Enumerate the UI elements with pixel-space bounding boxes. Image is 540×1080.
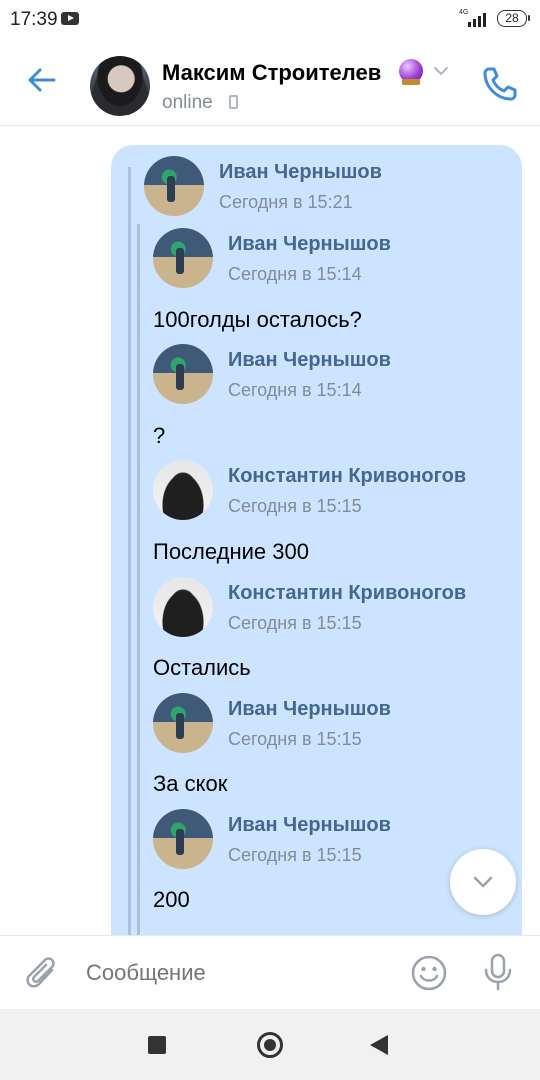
forward-author-name[interactable]: Иван Чернышов: [228, 233, 391, 256]
back-triangle-icon[interactable]: [370, 1035, 388, 1055]
forward-date: Сегодня в 15:15: [228, 729, 362, 749]
battery-level: 28: [505, 11, 519, 25]
author-avatar[interactable]: [153, 577, 213, 637]
forward-author-name[interactable]: Константин Кривоногов: [228, 582, 466, 605]
forward-date: Сегодня в 15:21: [219, 192, 353, 212]
message-text: Последние 300: [153, 539, 309, 564]
forward-author-name[interactable]: Константин Кривоногов: [228, 465, 466, 488]
message-text: ?: [153, 423, 166, 448]
mobile-device-icon: [229, 95, 238, 109]
youtube-notification-icon: [61, 12, 79, 25]
phone-call-icon[interactable]: [480, 64, 520, 104]
forward-indicator-bar: [128, 167, 131, 947]
status-time: 17:39: [10, 9, 58, 30]
message-input[interactable]: [86, 960, 386, 986]
forward-date: Сегодня в 15:15: [228, 496, 362, 516]
author-avatar[interactable]: [153, 460, 213, 520]
network-type: 4G: [459, 9, 469, 16]
battery-icon: 28: [497, 10, 530, 27]
crystal-ball-emoji-icon: [399, 59, 423, 85]
author-avatar[interactable]: [153, 693, 213, 753]
message-text: За скок: [153, 771, 228, 796]
forward-author-name[interactable]: Иван Чернышов: [219, 161, 382, 184]
author-avatar[interactable]: [153, 809, 213, 869]
microphone-icon[interactable]: [482, 952, 514, 992]
chat-header: Максим Строителев online: [0, 40, 540, 126]
back-arrow-icon[interactable]: [24, 62, 60, 98]
system-navigation-bar: [0, 1009, 540, 1080]
forward-date: Сегодня в 15:15: [228, 613, 362, 633]
recent-apps-icon[interactable]: [148, 1036, 166, 1054]
contact-status: online: [162, 92, 213, 113]
contact-avatar[interactable]: [90, 56, 150, 116]
smile-icon[interactable]: [410, 954, 448, 992]
forward-author-name[interactable]: Иван Чернышов: [228, 698, 391, 721]
signal-icon: [468, 11, 490, 27]
author-avatar[interactable]: [153, 228, 213, 288]
message-text: Остались: [153, 655, 251, 680]
forward-date: Сегодня в 15:14: [228, 380, 362, 400]
scroll-down-button[interactable]: [450, 849, 516, 915]
forward-date: Сегодня в 15:14: [228, 264, 362, 284]
nested-forward-indicator-bar: [137, 224, 140, 948]
message-text: 100голды осталось?: [153, 307, 362, 332]
paperclip-icon[interactable]: [24, 954, 60, 994]
forward-date: Сегодня в 15:15: [228, 845, 362, 865]
home-icon[interactable]: [257, 1032, 283, 1058]
chevron-down-icon[interactable]: [432, 64, 450, 78]
message-composer: [0, 935, 540, 1009]
author-avatar[interactable]: [144, 156, 204, 216]
contact-name[interactable]: Максим Строителев: [162, 60, 381, 86]
forward-author-name[interactable]: Иван Чернышов: [228, 814, 391, 837]
status-bar: 17:39 4G 28: [0, 0, 540, 40]
forward-author-name[interactable]: Иван Чернышов: [228, 349, 391, 372]
author-avatar[interactable]: [153, 344, 213, 404]
message-text: 200: [153, 887, 190, 912]
chevron-down-icon: [473, 876, 493, 888]
